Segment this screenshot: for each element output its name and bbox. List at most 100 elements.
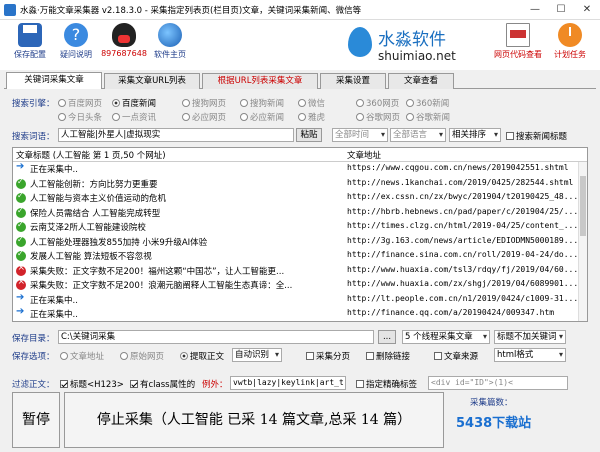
tab-bar: 关键词采集文章 采集文章URL列表 根据URL列表采集文章 采集设置 文章查看 [4, 71, 596, 89]
row-title: 云南艾泽2所人工智能建设院校 [30, 223, 146, 233]
engine-sogou-news[interactable]: 搜狗新闻 [240, 97, 284, 109]
opt-text-radio[interactable]: 提取正文 [180, 350, 224, 362]
arrow-icon [16, 292, 26, 305]
tab-keyword-collect[interactable]: 关键词采集文章 [6, 72, 102, 89]
engine-yidian[interactable]: 一点资讯 [112, 111, 156, 123]
save-config-button[interactable]: 保存配置 [6, 23, 54, 60]
save-opt-label: 保存选项： [12, 352, 55, 362]
filter-label: 过滤正文： [12, 380, 55, 390]
help-button[interactable]: ? 疑问说明 [52, 23, 100, 60]
search-input[interactable]: 人工智能|外星人|虚拟现实 [58, 128, 294, 142]
watermark-badge: 5438下载站 [456, 416, 532, 431]
exact-tag-checkbox[interactable]: 指定精确标签 [356, 378, 417, 390]
tab-view-articles[interactable]: 文章查看 [388, 73, 454, 89]
engine-weixin[interactable]: 微信 [298, 97, 325, 109]
help-icon: ? [64, 23, 88, 47]
paging-checkbox[interactable]: 采集分页 [306, 350, 350, 362]
delete-link-checkbox[interactable]: 删除链接 [366, 350, 410, 362]
tab-url-list[interactable]: 采集文章URL列表 [104, 73, 200, 89]
table-header: 文章标题 (人工智能 第 1 页,50 个网址) 文章地址 [13, 148, 587, 162]
exception-label: 例外： [202, 380, 228, 390]
browse-button[interactable]: ... [378, 330, 396, 344]
search-label: 搜索词语： [12, 132, 55, 142]
engine-google-web[interactable]: 谷歌网页 [356, 111, 400, 123]
close-button[interactable]: ✕ [574, 0, 600, 20]
exact-tag-input[interactable]: <div id="ID">(1)< [428, 376, 568, 390]
stop-collect-button[interactable]: 停止采集（人工智能 已采 14 篇文章,总采 14 篇） [64, 392, 444, 448]
title-keyword-select[interactable]: 标题不加关键词 [494, 330, 566, 344]
row-url: http://news.1kanchai.com/2019/0425/28254… [347, 177, 574, 187]
save-dir-label: 保存目录： [12, 334, 55, 344]
floppy-icon [18, 23, 42, 47]
table-row[interactable]: 人工智能创新：方向比努力更重要 http://news.1kanchai.com/… [13, 177, 579, 191]
table-row[interactable]: 保险人员需结合 人工智能完成转型 http://hbrb.hebnews.cn/p… [13, 206, 579, 220]
engine-baidu-news[interactable]: 百度新闻 [112, 97, 156, 109]
opt-url-radio[interactable]: 文章地址 [60, 350, 104, 362]
search-title-checkbox[interactable]: 搜索新闻标题 [506, 130, 567, 142]
row-url: http://www.huaxia.com/tsl3/rdqy/fj/2019/… [347, 264, 579, 274]
row-title: 人工智能创新：方向比努力更重要 [30, 179, 158, 190]
table-scrollbar[interactable] [578, 162, 587, 321]
table-row[interactable]: 正在采集中.. https://www.cqgou.com.cn/news/201… [13, 161, 579, 176]
row-url: http://finance.qq.com/a/20190424/009347.… [347, 308, 555, 317]
engine-google-news[interactable]: 谷歌新闻 [406, 111, 450, 123]
engine-bing-web[interactable]: 必应网页 [182, 111, 226, 123]
exception-input[interactable]: vwtb|lazy|keylink|art_t) [230, 376, 346, 390]
qq-penguin-icon [112, 23, 136, 47]
schedule-button[interactable]: 计划任务 [546, 23, 594, 60]
minimize-button[interactable]: — [522, 0, 548, 20]
table-row[interactable]: 正在采集中.. http://lt.people.com.cn/n1/2019/0… [13, 292, 579, 307]
arrow-icon [16, 161, 26, 174]
pause-button[interactable]: 暂停 [12, 392, 60, 448]
class-attr-checkbox[interactable]: 有class属性的 [130, 378, 195, 390]
row-title: 正在采集中.. [30, 165, 78, 175]
row-title: 正在采集中.. [30, 295, 78, 306]
homepage-button[interactable]: 软件主页 [146, 23, 194, 60]
paste-button[interactable]: 粘贴 [296, 128, 322, 142]
total-count-label: 采集篇数： [470, 398, 513, 408]
row-url: http://lt.people.com.cn/n1/2019/0424/c10… [347, 293, 579, 303]
table-row[interactable]: 采集失败：正文字数不足200！浪潮元脑阐释人工智能生态真谛：全... http:/… [13, 277, 579, 292]
table-row[interactable]: 云南艾泽2所人工智能建设院校 http://times.clzg.cn/html/… [13, 220, 579, 234]
toolbar: 保存配置 ? 疑问说明 897687648 软件主页 水淼软件 shuimiao… [0, 20, 600, 70]
code-view-button[interactable]: 网页代码查看 [492, 23, 544, 60]
engine-toutiao[interactable]: 今日头条 [58, 111, 102, 123]
success-icon [16, 220, 26, 232]
sort-select[interactable]: 相关排序 [449, 128, 501, 142]
table-row[interactable]: 正在采集中.. http://finance.qq.com/a/20190424/… [13, 306, 579, 321]
table-row[interactable]: 发展人工智能 算法短板不容忽视 http://finance.sina.com.c… [13, 249, 579, 263]
table-row[interactable]: 人工智能与资本主义价值运动的危机 http://ex.cssn.cn/zx/bwy… [13, 191, 579, 205]
engine-360-news[interactable]: 360新闻 [406, 97, 449, 109]
tab-settings[interactable]: 采集设置 [320, 73, 386, 89]
row-url: http://finance.sina.com.cn/roll/2019-04-… [347, 250, 579, 259]
source-checkbox[interactable]: 文章来源 [434, 350, 478, 362]
engine-sogou-web[interactable]: 搜狗网页 [182, 97, 226, 109]
engine-bing-news[interactable]: 必应新闻 [240, 111, 284, 123]
maximize-button[interactable]: ☐ [548, 0, 574, 20]
time-select[interactable]: 全部时间 [332, 128, 388, 142]
mode-select[interactable]: 自动识别 [232, 348, 282, 362]
col-url-header: 文章地址 [347, 151, 382, 161]
water-drop-icon [348, 27, 372, 57]
engine-baidu-web[interactable]: 百度网页 [58, 97, 102, 109]
success-icon [16, 191, 26, 203]
globe-icon [158, 23, 182, 47]
h123-checkbox[interactable]: 标题<H123> [60, 378, 124, 390]
engine-360-web[interactable]: 360网页 [356, 97, 399, 109]
opt-raw-radio[interactable]: 原始网页 [120, 350, 164, 362]
tab-collect-by-url[interactable]: 根据URL列表采集文章 [202, 73, 318, 89]
language-select[interactable]: 全部语言 [390, 128, 446, 142]
row-title: 人工智能处理器独发855加持 小米9升级AI体验 [30, 237, 208, 248]
table-row[interactable]: 采集失败：正文字数不足200！福州这颗“中国芯”，让人工智能更... http:/… [13, 263, 579, 278]
qq-button[interactable]: 897687648 [100, 23, 148, 58]
arrow-icon [16, 306, 26, 319]
window-title: 水淼·万能文章采集器 v2.18.3.0 - 采集指定列表页(栏目页)文章，关键… [20, 6, 362, 16]
format-select[interactable]: html格式 [494, 348, 566, 362]
engine-yahoo[interactable]: 雅虎 [298, 111, 325, 123]
row-url: http://hbrb.hebnews.cn/pad/paper/c/20190… [347, 206, 579, 216]
article-table: 文章标题 (人工智能 第 1 页,50 个网址) 文章地址 正在采集中.. htt… [12, 147, 588, 322]
table-row[interactable]: 人工智能处理器独发855加持 小米9升级AI体验 http://3g.163.co… [13, 235, 579, 249]
save-dir-input[interactable]: C:\关键词采集 [58, 330, 374, 344]
threads-select[interactable]: 5 个线程采集文章 [402, 330, 490, 344]
action-area: 暂停 停止采集（人工智能 已采 14 篇文章,总采 14 篇） 采集篇数： 54… [12, 392, 588, 448]
